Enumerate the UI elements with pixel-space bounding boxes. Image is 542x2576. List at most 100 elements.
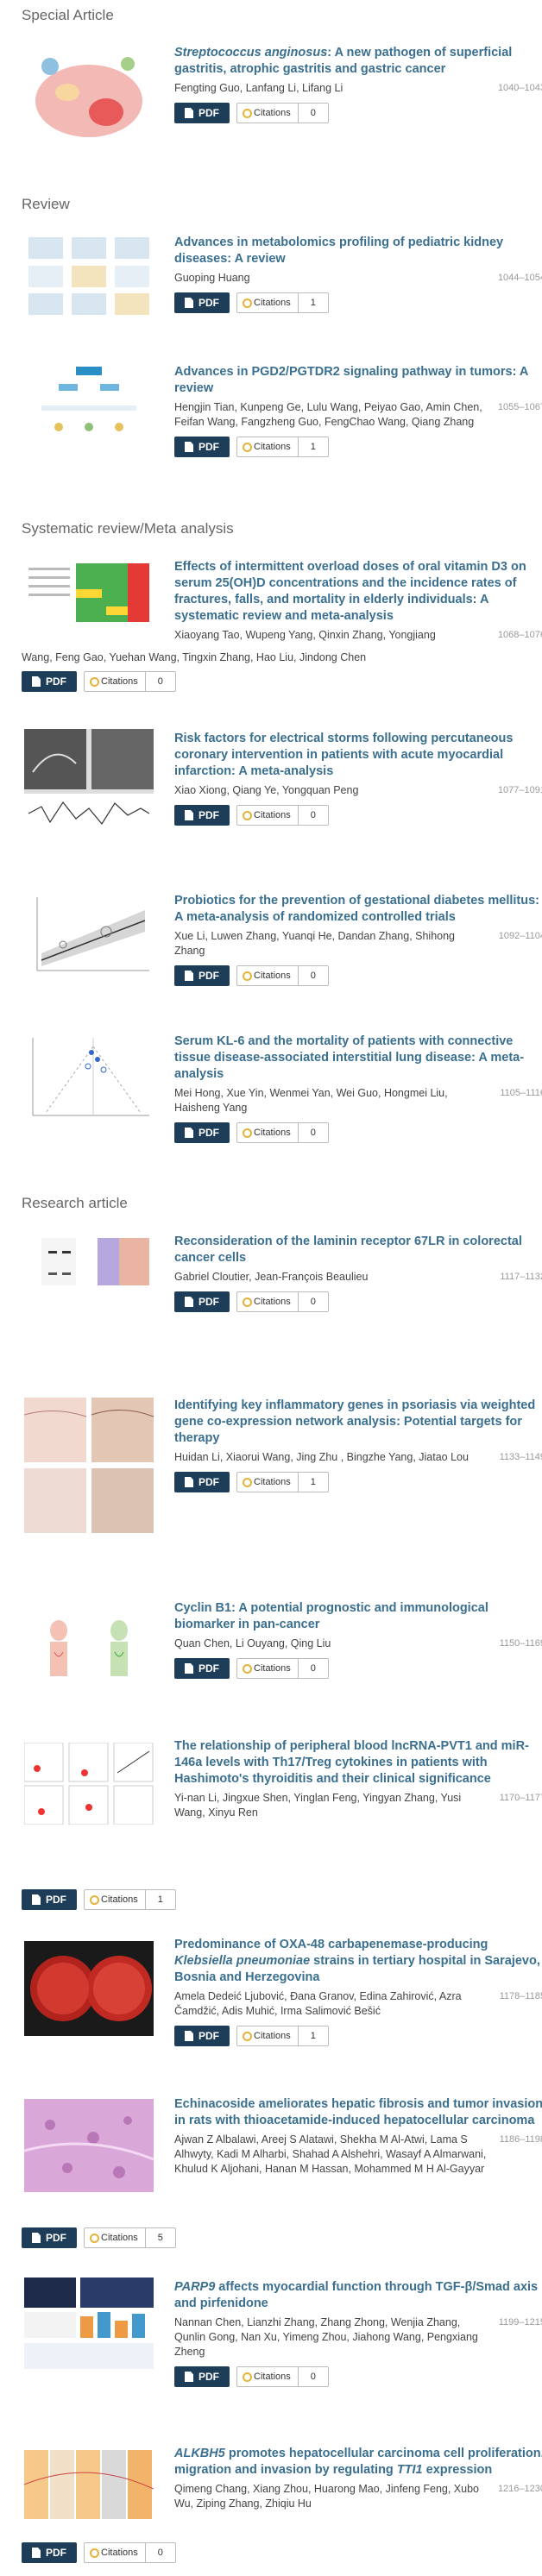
- pdf-button[interactable]: PDF: [22, 671, 77, 692]
- section-heading-systematic-review: Systematic review/Meta analysis: [22, 520, 234, 537]
- article-pages: 1040–1043: [497, 83, 542, 93]
- citation-count: 1: [310, 298, 316, 308]
- article-thumbnail[interactable]: [24, 729, 154, 832]
- article-title-link[interactable]: Effects of intermittent overload doses o…: [174, 559, 542, 625]
- article-thumbnail[interactable]: [24, 45, 154, 148]
- pdf-button[interactable]: PDF: [174, 805, 230, 826]
- article-title-link[interactable]: Predominance of OXA-48 carbapenemase-pro…: [174, 1937, 542, 1986]
- citations-badge[interactable]: Citations 1: [236, 292, 329, 313]
- citation-ring-icon: [243, 442, 252, 452]
- citation-ring-icon: [90, 2233, 99, 2243]
- citations-badge[interactable]: Citations 5: [84, 2227, 176, 2248]
- article-thumbnail[interactable]: [24, 2278, 154, 2372]
- citations-badge[interactable]: Citations 1: [236, 437, 329, 457]
- pdf-button[interactable]: PDF: [174, 1122, 230, 1143]
- citation-count: 1: [310, 442, 316, 452]
- pdf-button[interactable]: PDF: [174, 292, 230, 313]
- article-thumbnail[interactable]: [24, 1398, 154, 1536]
- pdf-button[interactable]: PDF: [174, 437, 230, 457]
- citations-badge[interactable]: Citations 1: [84, 1889, 176, 1910]
- article-authors: Huidan Li, Xiaorui Wang, Jing Zhu , Bing…: [174, 1451, 469, 1463]
- article-title-link[interactable]: Streptococcus anginosus: A new pathogen …: [174, 45, 542, 78]
- article-title-link[interactable]: PARP9 affects myocardial function throug…: [174, 2279, 542, 2312]
- article-title-link[interactable]: Serum KL-6 and the mortality of patients…: [174, 1034, 542, 1083]
- pdf-file-icon: [185, 2031, 193, 2041]
- citations-badge[interactable]: Citations 0: [236, 1658, 329, 1679]
- citations-badge[interactable]: Citations 1: [236, 2026, 329, 2046]
- article-title-link[interactable]: Advances in PGD2/PGTDR2 signaling pathwa…: [174, 364, 542, 397]
- article-authors: Mei Hong, Xue Yin, Wenmei Yan, Wei Guo, …: [174, 1087, 448, 1114]
- citation-count: 0: [157, 676, 163, 687]
- article-thumbnail[interactable]: [24, 2099, 154, 2192]
- pdf-button[interactable]: PDF: [22, 2227, 77, 2248]
- citation-ring-icon: [243, 2031, 252, 2041]
- citations-badge[interactable]: Citations 0: [236, 1291, 329, 1312]
- article-thumbnail[interactable]: [24, 1600, 154, 1695]
- pdf-button[interactable]: PDF: [22, 1889, 77, 1910]
- citation-count: 0: [310, 1663, 316, 1674]
- article-thumbnail[interactable]: [24, 1034, 154, 1120]
- citation-count: 1: [310, 2031, 316, 2041]
- article-pages: 1133–1149: [499, 1452, 542, 1462]
- section-heading-research-article: Research article: [22, 1195, 128, 1211]
- citations-badge[interactable]: Citations 0: [236, 805, 329, 826]
- article-title-link[interactable]: Probiotics for the prevention of gestati…: [174, 893, 542, 926]
- article-thumbnail[interactable]: [24, 233, 154, 319]
- citation-ring-icon: [243, 108, 252, 118]
- article-thumbnail[interactable]: [24, 1941, 154, 2036]
- article-title-link[interactable]: ALKBH5 promotes hepatocellular carcinoma…: [174, 2446, 542, 2479]
- article-title-link[interactable]: Advances in metabolomics profiling of pe…: [174, 235, 542, 267]
- pdf-file-icon: [185, 1297, 193, 1307]
- article-pages: 1178–1185: [499, 1991, 542, 2001]
- pdf-file-icon: [185, 810, 193, 820]
- article-title-link[interactable]: Cyclin B1: A potential prognostic and im…: [174, 1600, 542, 1633]
- pdf-button[interactable]: PDF: [174, 1291, 230, 1312]
- citations-badge[interactable]: Citations 0: [84, 2542, 176, 2563]
- pdf-button[interactable]: PDF: [174, 2366, 230, 2387]
- article-thumbnail[interactable]: [24, 1234, 154, 1329]
- article-pages: 1105–1116: [500, 1088, 542, 1098]
- pdf-file-icon: [32, 2233, 41, 2243]
- article-title-link[interactable]: Reconsideration of the laminin receptor …: [174, 1234, 542, 1266]
- pdf-button[interactable]: PDF: [22, 2542, 77, 2563]
- article-thumbnail[interactable]: [24, 2450, 154, 2532]
- citation-count: 0: [310, 1128, 316, 1138]
- pdf-button[interactable]: PDF: [174, 965, 230, 986]
- citations-badge[interactable]: Citations 0: [236, 103, 329, 123]
- article-authors: Yi-nan Li, Jingxue Shen, Yinglan Feng, Y…: [174, 1792, 462, 1819]
- pdf-button[interactable]: PDF: [174, 1472, 230, 1492]
- article-pages: 1117–1132: [500, 1272, 542, 1282]
- citations-badge[interactable]: Citations 0: [236, 965, 329, 986]
- article-thumbnail[interactable]: [24, 893, 154, 979]
- pdf-button[interactable]: PDF: [174, 1658, 230, 1679]
- article-pages: 1199–1215: [498, 2317, 542, 2328]
- article-pages: 1150–1169: [499, 1638, 542, 1649]
- article-thumbnail[interactable]: [24, 563, 154, 625]
- article-authors-continued: Wang, Feng Gao, Yuehan Wang, Tingxin Zha…: [22, 651, 367, 663]
- article-thumbnail[interactable]: [24, 1743, 154, 1825]
- citation-ring-icon: [243, 1297, 252, 1307]
- article-authors: Fengting Guo, Lanfang Li, Lifang Li: [174, 82, 343, 94]
- pdf-file-icon: [185, 1477, 193, 1487]
- citations-badge[interactable]: Citations 0: [236, 1122, 329, 1143]
- citation-count: 0: [310, 1297, 316, 1307]
- article-authors: Xiaoyang Tao, Wupeng Yang, Qinxin Zhang,…: [174, 629, 436, 641]
- citations-badge[interactable]: Citations 0: [84, 671, 176, 692]
- citations-badge[interactable]: Citations 0: [236, 2366, 329, 2387]
- article-thumbnail[interactable]: [24, 362, 154, 449]
- article-title-link[interactable]: Echinacoside ameliorates hepatic fibrosi…: [174, 2096, 542, 2129]
- article-title-link[interactable]: Identifying key inflammatory genes in ps…: [174, 1398, 542, 1447]
- article-title-link[interactable]: The relationship of peripheral blood lnc…: [174, 1738, 542, 1787]
- article-title-link[interactable]: Risk factors for electrical storms follo…: [174, 731, 542, 780]
- citation-ring-icon: [243, 2372, 252, 2382]
- article-pages: 1170–1177: [499, 1793, 542, 1803]
- pdf-button[interactable]: PDF: [174, 103, 230, 123]
- article-authors: Amela Dedeić Ljubović, Đana Granov, Edin…: [174, 1990, 462, 2017]
- citation-ring-icon: [243, 298, 252, 308]
- pdf-file-icon: [32, 1894, 41, 1905]
- citations-badge[interactable]: Citations 1: [236, 1472, 329, 1492]
- citation-count: 0: [310, 971, 316, 981]
- pdf-button[interactable]: PDF: [174, 2026, 230, 2046]
- article-item: ALKBH5 promotes hepatocellular carcinoma…: [22, 2446, 542, 2575]
- citation-ring-icon: [90, 1894, 99, 1905]
